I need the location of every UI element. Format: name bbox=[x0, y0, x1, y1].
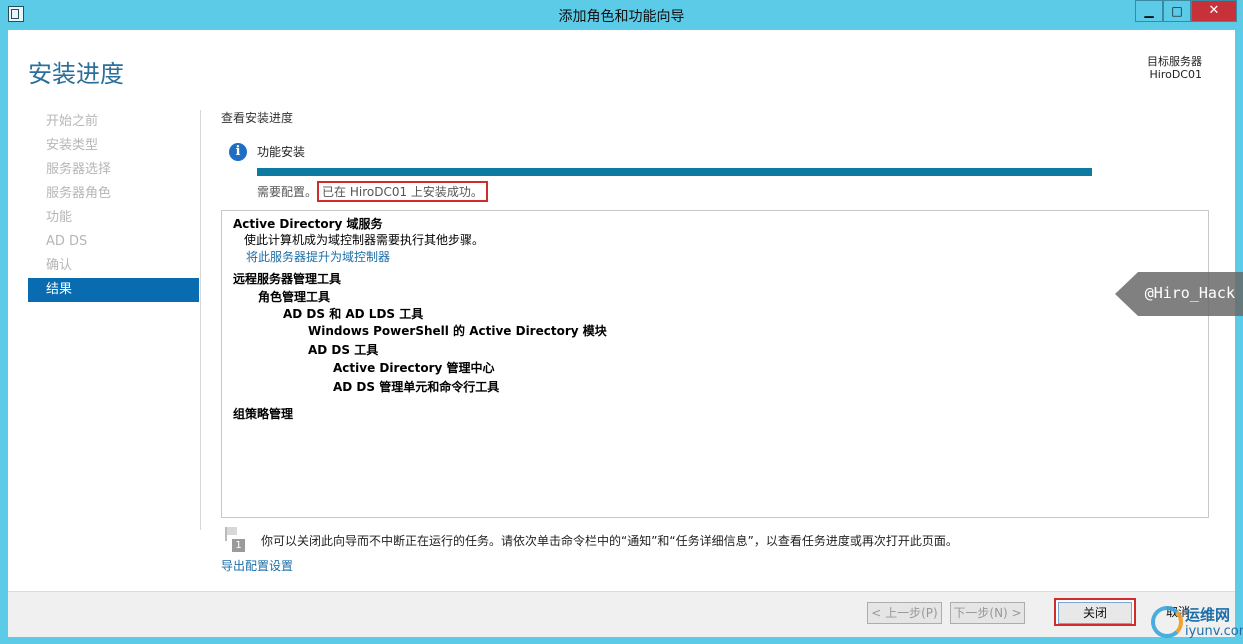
target-server-name: HiroDC01 bbox=[1149, 68, 1203, 81]
result-adds-tools: AD DS 工具 bbox=[308, 343, 379, 357]
result-adds-title: Active Directory 域服务 bbox=[233, 217, 383, 231]
result-rsat-title: 远程服务器管理工具 bbox=[233, 272, 342, 286]
section-label: 查看安装进度 bbox=[221, 111, 294, 125]
progress-fill bbox=[257, 168, 1092, 176]
nav-item-confirmation[interactable]: 确认 bbox=[28, 254, 199, 278]
footer-note: 你可以关闭此向导而不中断正在运行的任务。请依次单击命令栏中的“通知”和“任务详细… bbox=[261, 534, 958, 548]
status-prefix: 需要配置。 bbox=[257, 185, 318, 199]
result-adds-lds-tools: AD DS 和 AD LDS 工具 bbox=[283, 307, 424, 321]
target-server: 目标服务器 HiroDC01 bbox=[1147, 55, 1202, 81]
notification-flag-icon: 1 bbox=[223, 527, 247, 553]
info-icon: i bbox=[229, 143, 247, 161]
result-ps-module: Windows PowerShell 的 Active Directory 模块 bbox=[308, 324, 607, 338]
command-bar: < 上一步(P) 下一步(N) > 关闭 取消 bbox=[8, 591, 1235, 637]
nav-item-results[interactable]: 结果 bbox=[28, 278, 199, 302]
close-button-label: 关闭 bbox=[1058, 602, 1132, 624]
result-adds-desc: 使此计算机成为域控制器需要执行其他步骤。 bbox=[244, 233, 485, 247]
wizard-client-area: 安装进度 目标服务器 HiroDC01 开始之前 安装类型 服务器选择 服务器角… bbox=[8, 30, 1235, 637]
results-panel: Active Directory 域服务 使此计算机成为域控制器需要执行其他步骤… bbox=[221, 210, 1209, 518]
wizard-nav: 开始之前 安装类型 服务器选择 服务器角色 功能 AD DS 确认 结果 bbox=[28, 110, 199, 302]
nav-item-server-selection[interactable]: 服务器选择 bbox=[28, 158, 199, 182]
progress-bar bbox=[257, 168, 1092, 176]
logo-ring-icon bbox=[1151, 606, 1183, 638]
minimize-button[interactable]: ▁ bbox=[1135, 0, 1163, 22]
previous-button[interactable]: < 上一步(P) bbox=[867, 602, 942, 624]
status-line: 需要配置。 已在 HiroDC01 上安装成功。 bbox=[257, 181, 488, 202]
nav-item-server-roles[interactable]: 服务器角色 bbox=[28, 182, 199, 206]
site-logo: 运维网 iyunv.com bbox=[1151, 604, 1243, 642]
flag-number: 1 bbox=[232, 539, 245, 552]
logo-domain: iyunv.com bbox=[1185, 624, 1243, 639]
nav-item-features[interactable]: 功能 bbox=[28, 206, 199, 230]
page-title: 安装进度 bbox=[28, 60, 124, 88]
feature-install-label: 功能安装 bbox=[257, 145, 306, 159]
next-button[interactable]: 下一步(N) > bbox=[950, 602, 1025, 624]
result-role-tools: 角色管理工具 bbox=[258, 290, 331, 304]
export-config-link[interactable]: 导出配置设置 bbox=[221, 557, 293, 574]
logo-title: 运维网 bbox=[1185, 606, 1231, 624]
nav-item-installation-type[interactable]: 安装类型 bbox=[28, 134, 199, 158]
window-title: 添加角色和功能向导 bbox=[558, 9, 685, 25]
watermark-text: @Hiro_Hack bbox=[1144, 284, 1235, 302]
result-ad-admin-center: Active Directory 管理中心 bbox=[333, 361, 495, 375]
result-adds-snapins: AD DS 管理单元和命令行工具 bbox=[333, 380, 500, 394]
window-close-button[interactable]: ✕ bbox=[1191, 0, 1237, 22]
maximize-button[interactable]: □ bbox=[1163, 0, 1191, 22]
nav-item-before-you-begin[interactable]: 开始之前 bbox=[28, 110, 199, 134]
nav-divider bbox=[200, 110, 201, 530]
close-button[interactable]: 关闭 bbox=[1054, 598, 1136, 626]
result-gpm: 组策略管理 bbox=[233, 407, 294, 421]
title-bar: 添加角色和功能向导 ▁ □ ✕ bbox=[0, 0, 1243, 30]
nav-item-ad-ds[interactable]: AD DS bbox=[28, 230, 199, 254]
status-success-highlight: 已在 HiroDC01 上安装成功。 bbox=[317, 181, 488, 202]
target-server-label: 目标服务器 bbox=[1147, 55, 1202, 68]
promote-dc-link[interactable]: 将此服务器提升为域控制器 bbox=[246, 248, 390, 265]
